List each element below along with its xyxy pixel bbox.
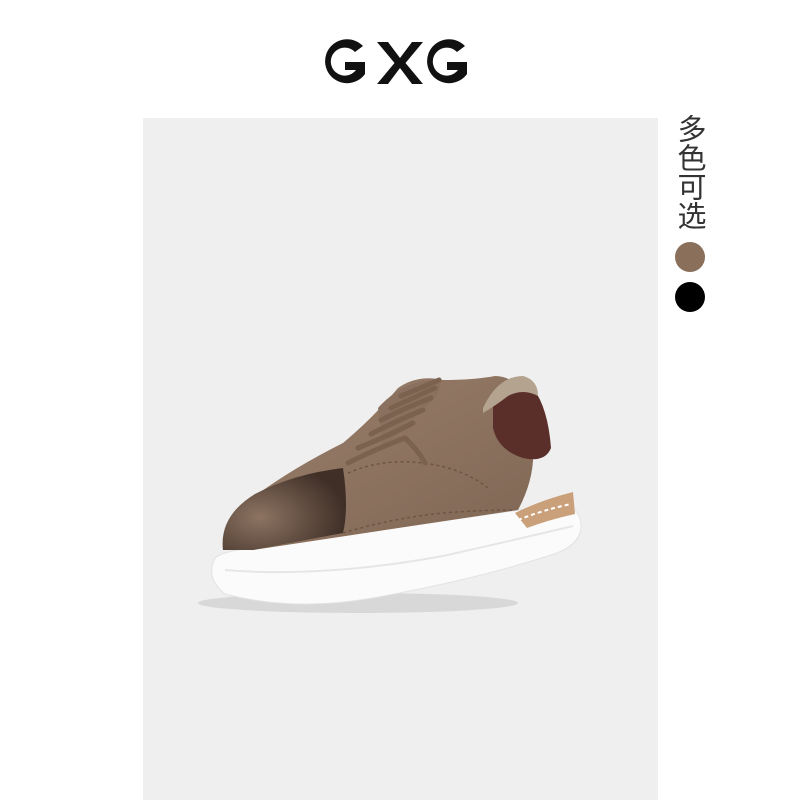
color-options-panel: 多色可选 [668,114,712,312]
product-image-area [143,118,658,800]
sneaker-image [198,376,582,613]
color-options-label: 多色可选 [673,114,707,230]
color-swatch-black[interactable] [675,282,705,312]
gxg-logo-icon [325,39,467,84]
color-swatch-brown[interactable] [675,242,705,272]
brand-logo [0,30,800,94]
